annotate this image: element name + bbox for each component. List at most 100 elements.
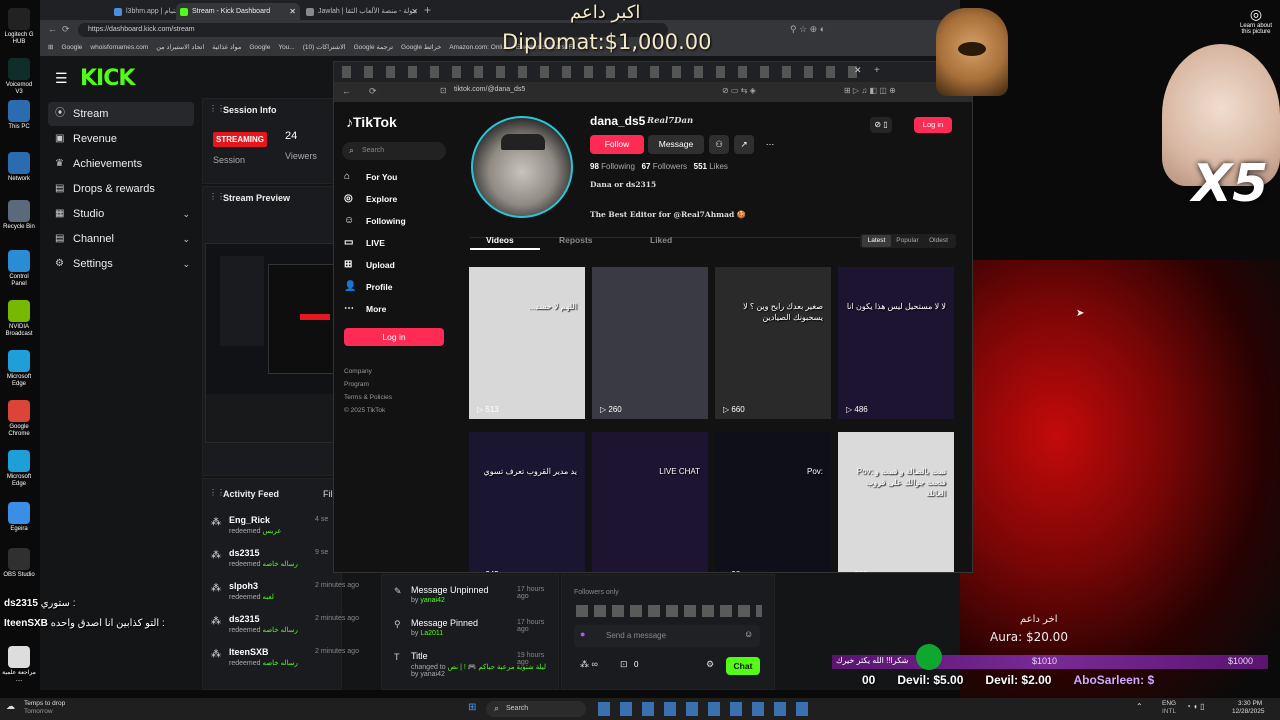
activity-user[interactable]: ds2315 [229,614,260,624]
bookmark-item[interactable]: You... [278,40,294,56]
weather-icon[interactable]: ☁ [6,701,15,712]
back-icon[interactable]: ← [48,24,57,34]
activity-feed-item[interactable]: ⁂ IteenSXB redeemed رساله خاصه 2 minutes ag… [211,647,359,679]
desktop-icon[interactable]: Logitech G HUB [2,8,36,46]
bookmark-item[interactable]: Google خرائط [401,40,441,56]
extensions-icon[interactable]: ⊞ ▷ ♫ ◧ ◫ ⊕ [844,86,896,95]
mic-icon[interactable]: ● [580,629,585,639]
emoji-icon[interactable]: ☺ [744,629,753,639]
sidebar-item-settings[interactable]: ⚙ Settings ⌄ [48,252,194,276]
video-thumbnail[interactable]: LIVE CHAT [592,432,708,572]
tray-icons[interactable]: ⌃ [1136,702,1143,711]
extensions-icon[interactable]: ⚲ ☆ ⊕ ◐ [790,24,825,35]
desktop-icon[interactable]: Control Panel [2,250,36,288]
tiktok-search-input[interactable]: ⌕ Search [342,142,446,160]
event-item[interactable]: T Title changed to ليلة شتوية مرعبة حياكم … [394,651,554,683]
event-item[interactable]: ✎ Message Unpinned by yanai42 17 hours ago [394,585,554,617]
bookmark-item[interactable]: الاشتراكات (10) [303,40,346,56]
activity-user[interactable]: Eng_Rick [229,515,270,525]
tiktok-nav-explore[interactable]: ◎ Explore [344,192,397,206]
clock-time[interactable]: 3:30 PM [1238,700,1262,707]
chat-send-button[interactable]: Chat [726,657,760,675]
message-button[interactable]: Message [648,135,704,154]
stream-preview-video[interactable] [205,243,341,443]
new-tab-icon[interactable]: + [874,65,880,76]
new-tab-icon[interactable]: + [424,3,431,17]
tiktok-nav-more[interactable]: ⋯ More [344,302,386,316]
video-thumbnail[interactable]: ...اللهم لا حسد ▷ 513 [469,267,585,419]
bookmark-icon[interactable]: ⊡ [440,86,447,95]
tab-kick-dashboard[interactable]: Stream - Kick Dashboard ✕ [176,3,300,20]
bookmark-item[interactable]: مواد غذائية [212,40,241,56]
network-volume-battery-icon[interactable]: ◔ ◖ ▯ [1186,702,1205,711]
sidebar-item-revenue[interactable]: ▣ Revenue [48,127,194,151]
desktop-icon[interactable]: NVIDIA Broadcast [2,300,36,338]
chat-settings-icon[interactable]: ⚙ [706,659,714,670]
tiktok-nav-upload[interactable]: ⊞ Upload [344,258,395,272]
filter-button[interactable]: Fil [323,489,333,499]
keyboard-icon[interactable]: ⊘ ▯ [870,117,892,133]
activity-feed-item[interactable]: ⁂ ds2315 redeemed رساله خاصه 9 se [211,548,333,580]
close-icon[interactable]: ✕ [289,3,296,20]
footer-link[interactable]: Terms & Policies [344,394,392,401]
event-user[interactable]: La2011 [420,630,443,637]
top-login-button[interactable]: Log in [914,117,952,133]
desktop-icon[interactable]: Voicemod V3 [2,58,36,96]
desktop-icon[interactable]: Recycle Bin [2,200,36,231]
tiktok-nav-profile[interactable]: 👤 Profile [344,280,392,294]
tiktok-nav-for-you[interactable]: ⌂ For You [344,170,397,184]
browser-actions-icon[interactable]: ⊘ ▭ ⇆ ◈ [722,86,756,95]
points-icon[interactable]: ⁂ ∞ [580,659,598,670]
follow-button[interactable]: Follow [590,135,644,154]
desktop-icon[interactable]: Network [2,152,36,183]
bookmark-item[interactable]: Amazon.com: Onli... [449,40,508,56]
bookmark-item[interactable]: whoisfornames.com [90,40,148,56]
clock-date[interactable]: 12/28/2025 [1232,708,1265,715]
add-friend-icon[interactable]: ⚇ [709,135,729,154]
tiktok-url[interactable]: tiktok.com/@dana_ds5 [454,86,525,93]
taskbar-apps[interactable] [598,702,818,716]
activity-user[interactable]: ds2315 [229,548,260,558]
tab-reposts[interactable]: Reposts [559,235,593,245]
tiktok-nav-live[interactable]: ▭ LIVE [344,236,385,250]
tiktok-logo[interactable]: ♪TikTok [346,114,397,130]
bookmark-item[interactable]: Google [249,40,270,56]
lang-label[interactable]: ENG [1162,700,1176,707]
activity-user[interactable]: slpoh3 [229,581,258,591]
desktop-icon[interactable]: Microsoft Edge [2,350,36,388]
chat-input[interactable]: ● Send a message ☺ [574,625,760,647]
video-thumbnail[interactable]: صغير بعدك رايح وين ؟ لا يسحبونك الصيادين… [715,267,831,419]
profile-avatar[interactable] [471,116,573,218]
sidebar-item-drops-rewards[interactable]: ▤ Drops & rewards [48,177,194,201]
kick-logo[interactable]: KICK [80,66,135,91]
desktop-icon[interactable]: Microsoft Edge [2,450,36,488]
chevron-down-icon[interactable]: ⌄ [182,202,190,226]
desktop-icon[interactable]: This PC [2,100,36,131]
back-icon[interactable]: ← [342,86,351,96]
tab-videos[interactable]: Videos [486,235,514,245]
footer-link[interactable]: Company [344,368,372,375]
weather-text[interactable]: Temps to drop [24,700,65,707]
pinned-tabs[interactable] [342,66,862,78]
video-thumbnail[interactable]: لا لا مستحيل ليس هذا يكون انا ▷ 486 [838,267,954,419]
sort-oldest[interactable]: Oldest [924,235,953,247]
apps-icon[interactable]: ⊞ [48,40,53,56]
tiktok-nav-following[interactable]: ☺ Following [344,214,406,228]
sidebar-item-studio[interactable]: ▦ Studio ⌄ [48,202,194,226]
sidebar-item-channel[interactable]: ▤ Channel ⌄ [48,227,194,251]
video-thumbnail[interactable]: Pov: ▷ 98 [715,432,831,572]
chevron-down-icon[interactable]: ⌄ [182,227,190,251]
event-user[interactable]: yanai42 [420,597,445,604]
activity-user[interactable]: IteenSXB [229,647,269,657]
desktop-icon[interactable]: Egeira [2,502,36,533]
chevron-down-icon[interactable]: ⌄ [182,252,190,276]
activity-feed-item[interactable]: ⁂ Eng_Rick redeemed عريس 4 se [211,515,333,547]
tab-jawlah[interactable]: Jawlah | جولة - منصة الألعاب الثقا ✕ [302,3,422,20]
event-item[interactable]: ⚲ Message Pinned by La2011 17 hours ago [394,618,554,650]
video-thumbnail[interactable]: يد مدير القروب تعرف تسوي ▷ 245 [469,432,585,572]
sidebar-item-stream[interactable]: ⦿ Stream [48,102,194,126]
following-label[interactable]: Following [601,162,635,171]
reload-icon[interactable]: ⟳ [62,24,70,35]
more-options-icon[interactable]: ⋯ [760,135,780,154]
sort-latest[interactable]: Latest [862,235,891,247]
